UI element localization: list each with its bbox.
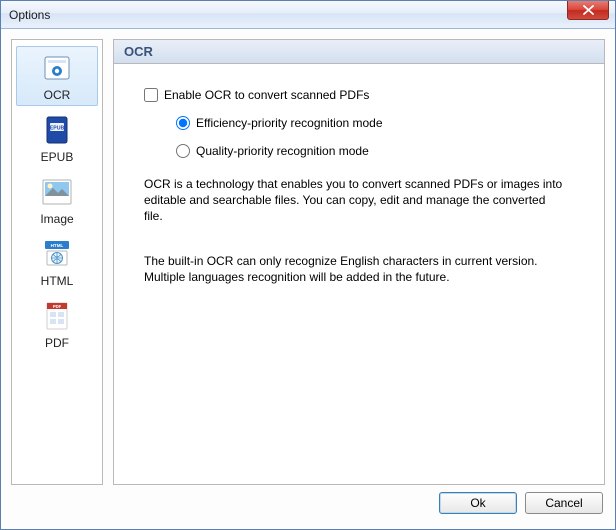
quality-mode-label: Quality-priority recognition mode [196,144,369,158]
panel-heading: OCR [124,44,153,59]
html-icon: HTML [41,238,73,270]
sidebar-item-html[interactable]: HTML HTML [16,232,98,292]
sidebar-item-pdf[interactable]: PDF PDF [16,294,98,354]
dialog-footer: Ok Cancel [11,485,605,521]
main-panel-body: Enable OCR to convert scanned PDFs Effic… [114,64,604,484]
close-button[interactable] [567,1,609,20]
svg-text:HTML: HTML [51,243,64,248]
main-panel: OCR Enable OCR to convert scanned PDFs E… [113,39,605,485]
svg-text:PDF: PDF [53,304,62,309]
options-dialog: Options OCR [0,0,616,530]
efficiency-mode-label: Efficiency-priority recognition mode [196,116,383,130]
sidebar-item-label: EPUB [41,150,74,164]
epub-icon: EPUB [41,114,73,146]
ok-button-label: Ok [470,496,485,510]
efficiency-mode-radio[interactable] [176,116,190,130]
sidebar-item-image[interactable]: Image [16,170,98,230]
enable-ocr-checkbox[interactable] [144,88,158,102]
ok-button[interactable]: Ok [439,492,517,514]
cancel-button-label: Cancel [545,496,582,510]
close-icon [583,5,594,15]
dialog-body: OCR EPUB EPUB [1,29,615,529]
sidebar-item-label: OCR [44,88,71,102]
pdf-icon: PDF [41,300,73,332]
sidebar: OCR EPUB EPUB [11,39,103,485]
ocr-icon [41,52,73,84]
quality-mode-radio[interactable] [176,144,190,158]
sidebar-item-label: PDF [45,336,69,350]
sidebar-item-label: HTML [41,274,74,288]
enable-ocr-row: Enable OCR to convert scanned PDFs [144,88,578,102]
main-panel-header: OCR [114,40,604,64]
window-title: Options [9,8,50,22]
ocr-limitation-note: The built-in OCR can only recognize Engl… [144,253,564,285]
cancel-button[interactable]: Cancel [525,492,603,514]
sidebar-item-epub[interactable]: EPUB EPUB [16,108,98,168]
ocr-description: OCR is a technology that enables you to … [144,176,564,225]
sidebar-item-label: Image [40,212,73,226]
titlebar: Options [1,1,615,29]
image-icon [41,176,73,208]
panes: OCR EPUB EPUB [11,39,605,485]
sidebar-item-ocr[interactable]: OCR [16,46,98,106]
enable-ocr-label: Enable OCR to convert scanned PDFs [164,88,369,102]
svg-text:EPUB: EPUB [50,126,65,132]
recognition-mode-group: Efficiency-priority recognition mode Qua… [176,116,578,158]
